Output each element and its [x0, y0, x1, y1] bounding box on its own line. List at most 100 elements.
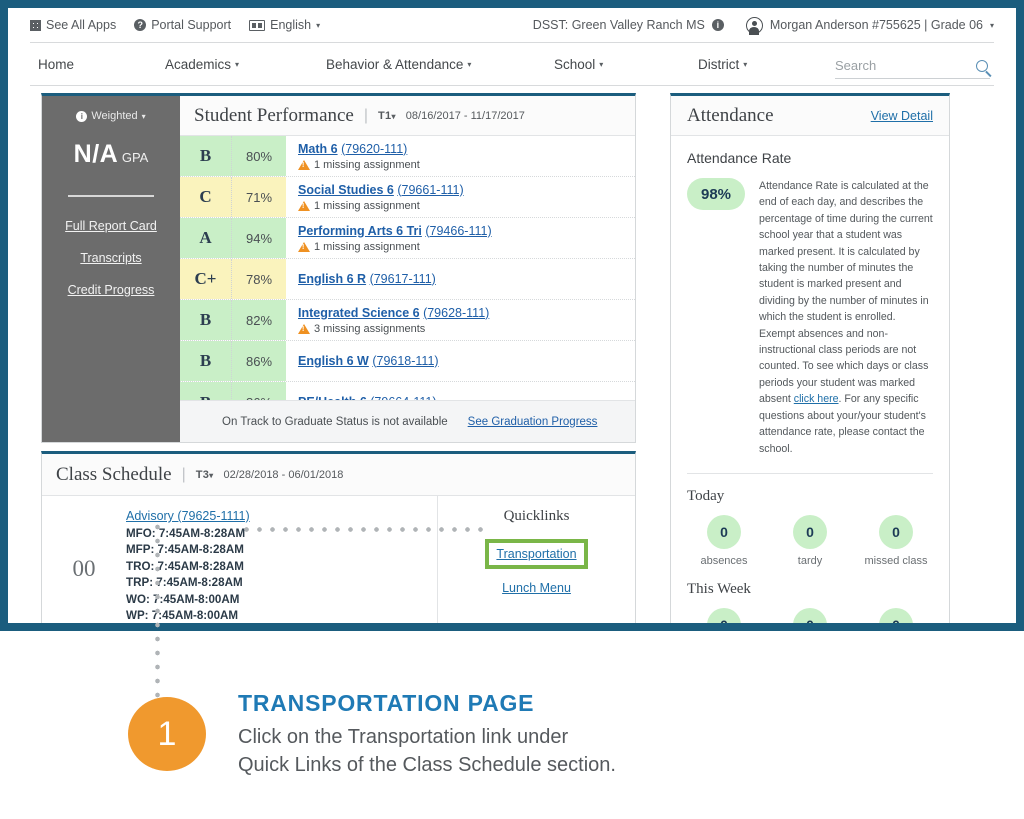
attendance-stat-row: 0absences0tardy0missed class: [671, 598, 949, 623]
transcripts-link[interactable]: Transcripts: [80, 251, 141, 265]
callout-connector-vertical: [155, 520, 160, 700]
weighted-selector[interactable]: i Weighted ▾: [76, 110, 146, 122]
class-time: TRO: 7:45AM-8:28AM: [126, 559, 244, 573]
course-name-wrap: Social Studies 6 (79661-111): [298, 182, 635, 199]
grade-percent: 78%: [232, 259, 286, 299]
chevron-down-icon: ▾: [141, 111, 146, 121]
class-schedule-term-label: T3: [195, 468, 210, 481]
gpa-display: N/A GPA: [74, 140, 149, 169]
missing-assignment-notice: 1 missing assignment: [298, 159, 635, 171]
course-link[interactable]: Math 6: [298, 142, 338, 156]
callout-body: Click on the Transportation link under Q…: [238, 723, 958, 779]
search-box[interactable]: [835, 53, 990, 79]
nav-item-district-label: District: [698, 56, 740, 72]
advisory-course-link[interactable]: Advisory (79625-1111): [126, 509, 250, 523]
grade-percent: 94%: [232, 218, 286, 258]
nav-item-behavior-attendance[interactable]: Behavior & Attendance ▾: [326, 57, 471, 72]
nav-item-academics[interactable]: Academics ▾: [165, 57, 239, 72]
language-selector[interactable]: English ▾: [249, 18, 320, 32]
class-detail: Advisory (79625-1111) MFO: 7:45AM-8:28AM…: [126, 508, 272, 623]
quicklinks-title: Quicklinks: [503, 508, 570, 524]
table-row: B80%Math 6 (79620-111)1 missing assignme…: [180, 136, 635, 177]
grid-icon: [30, 19, 41, 31]
course-link[interactable]: Social Studies 6: [298, 183, 394, 197]
course-link[interactable]: English 6 W: [298, 354, 369, 368]
search-input[interactable]: [835, 58, 950, 73]
course-section[interactable]: (79620-111): [341, 142, 407, 156]
callout-body-line2: Quick Links of the Class Schedule sectio…: [238, 754, 616, 776]
user-name-grade[interactable]: Morgan Anderson #755625 | Grade 06: [770, 18, 983, 32]
page-title: Student Performance: [194, 104, 354, 126]
nav-item-home-label: Home: [38, 56, 75, 72]
course-link[interactable]: English 6 R: [298, 272, 366, 286]
lunch-menu-link[interactable]: Lunch Menu: [502, 581, 571, 595]
table-row: B 86% English 6 W (79618-111): [180, 341, 635, 382]
course-link[interactable]: Integrated Science 6: [298, 306, 420, 320]
grade-percent: 86%: [232, 341, 286, 381]
transportation-link[interactable]: Transportation: [496, 547, 576, 561]
course-section[interactable]: (79661-111): [397, 183, 463, 197]
performance-header: Student Performance | T1▾ 08/16/2017 - 1…: [180, 96, 635, 136]
attendance-rate-row: 98% Attendance Rate is calculated at the…: [687, 178, 933, 457]
course-section[interactable]: (79618-111): [372, 354, 438, 368]
credit-progress-link[interactable]: Credit Progress: [68, 283, 155, 297]
performance-main: Student Performance | T1▾ 08/16/2017 - 1…: [180, 96, 635, 442]
portal-support-button[interactable]: ? Portal Support: [134, 18, 231, 32]
course-section[interactable]: (79628-111): [423, 306, 489, 320]
performance-term-selector[interactable]: T1▾: [378, 110, 396, 122]
attendance-stat-label: tardy: [797, 554, 823, 567]
user-chevron-down-icon[interactable]: ▾: [990, 21, 994, 30]
language-icon: [249, 19, 266, 31]
view-detail-link[interactable]: View Detail: [871, 109, 933, 123]
search-icon[interactable]: [976, 59, 988, 72]
table-row: C+ 78% English 6 R (79617-111): [180, 259, 635, 300]
missing-assignment-notice: 1 missing assignment: [298, 200, 635, 212]
course-cell: Performing Arts 6 Tri (79466-111)1 missi…: [286, 218, 635, 258]
info-icon[interactable]: i: [711, 19, 724, 31]
title-divider: |: [181, 465, 186, 483]
attendance-stat: 0tardy: [767, 607, 853, 623]
warning-icon: [298, 160, 310, 171]
class-time: TRP: 7:45AM-8:28AM: [126, 576, 243, 590]
attendance-stat: 0tardy: [767, 514, 853, 567]
see-all-apps-label: See All Apps: [46, 18, 117, 32]
quicklinks-section: Quicklinks Transportation Lunch Menu: [438, 496, 635, 623]
class-schedule-term-selector[interactable]: T3▾: [196, 469, 214, 481]
nav-item-school[interactable]: School ▾: [554, 57, 603, 72]
see-all-apps-button[interactable]: See All Apps: [30, 18, 116, 32]
missing-assignment-text: 3 missing assignments: [314, 323, 426, 336]
attendance-title: Attendance: [687, 104, 774, 126]
warning-icon: [298, 242, 310, 253]
attendance-section-title: This Week: [687, 580, 751, 597]
attendance-stat-value: 0: [707, 514, 741, 549]
gpa-sidebar: i Weighted ▾ N/A GPA Full Report Card Tr…: [42, 96, 180, 442]
course-cell: English 6 W (79618-111): [286, 341, 635, 381]
course-cell: Social Studies 6 (79661-111)1 missing as…: [286, 177, 635, 217]
course-name-wrap: Integrated Science 6 (79628-111): [298, 305, 635, 322]
class-schedule-entry: 00 Advisory (79625-1111) MFO: 7:45AM-8:2…: [42, 496, 438, 623]
nav-item-district[interactable]: District ▾: [698, 57, 747, 72]
weighted-label: Weighted: [91, 110, 138, 122]
performance-date-range: 08/16/2017 - 11/17/2017: [405, 109, 525, 122]
title-divider: |: [363, 106, 369, 124]
graduation-status-footer: On Track to Graduate Status is not avail…: [180, 400, 635, 442]
portal-support-label: Portal Support: [151, 18, 232, 32]
callout-step-number: 1: [128, 697, 206, 771]
nav-item-home[interactable]: Home: [38, 57, 74, 72]
class-time: WO: 7:45AM-8:00AM: [126, 592, 240, 606]
info-icon: i: [76, 110, 88, 122]
attendance-panel: Attendance View Detail Attendance Rate 9…: [670, 93, 950, 623]
course-link[interactable]: Performing Arts 6 Tri: [298, 224, 422, 238]
callout-connector-horizontal: [240, 527, 490, 532]
full-report-card-link[interactable]: Full Report Card: [65, 219, 157, 233]
click-here-link[interactable]: click here: [794, 393, 839, 405]
screenshot-frame: See All Apps ? Portal Support English ▾ …: [0, 0, 1024, 631]
attendance-stat-value: 0: [707, 607, 741, 623]
graduation-status-text: On Track to Graduate Status is not avail…: [222, 415, 448, 428]
course-section[interactable]: (79466-111): [425, 224, 491, 238]
main-navigation: Home Academics ▾ Behavior & Attendance ▾…: [30, 42, 994, 86]
see-graduation-progress-link[interactable]: See Graduation Progress: [468, 416, 598, 428]
attendance-stat: 0missed class: [853, 607, 939, 623]
course-section[interactable]: (79617-111): [370, 272, 436, 286]
attendance-stat-label: absences: [700, 554, 748, 567]
